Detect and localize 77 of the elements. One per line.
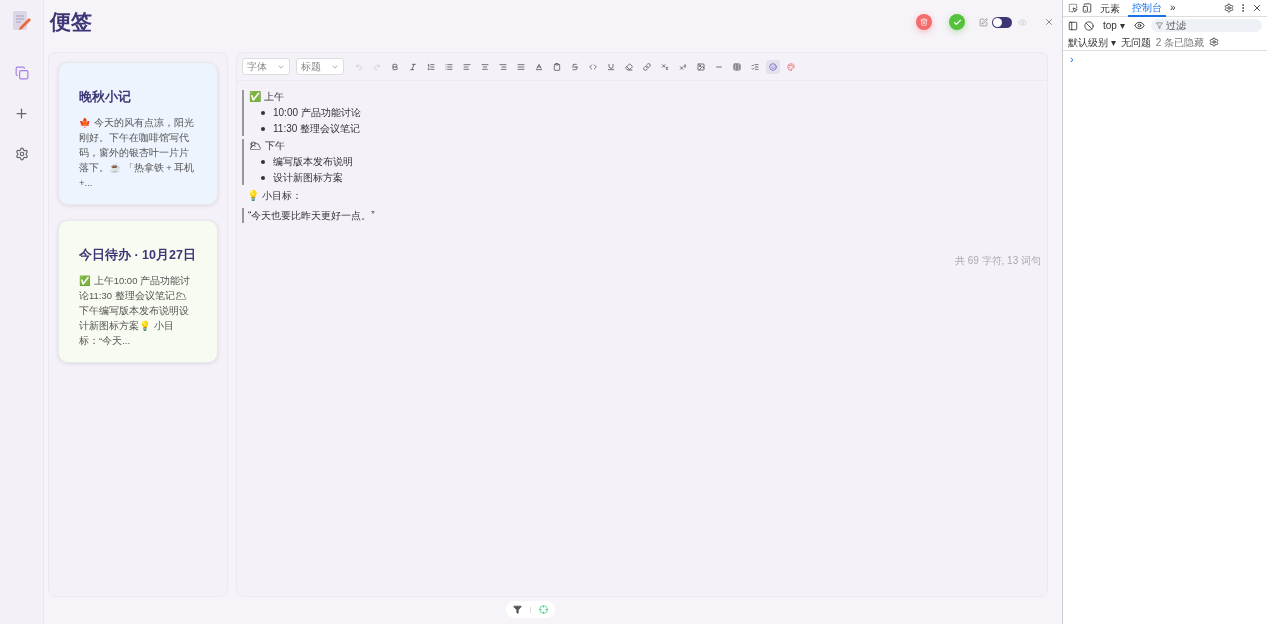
edit-icon[interactable] [979,17,988,27]
link-icon [643,62,651,71]
log-level-select[interactable]: 默认级别 ▾ [1068,34,1116,50]
note-title: 晚秋小记 [79,89,132,106]
bullet-icon [261,160,265,164]
filter-field[interactable]: 过滤 [1150,19,1262,32]
note-preview: 🍁 今天的风有点凉，阳光刚好。下午在咖啡馆写代码，窗外的银杏叶一片片落下。☕ 「热拿铁 + 耳机 +... [79,115,196,190]
list-item: 10:00 产品功能讨论 [273,106,361,120]
heading-select[interactable]: 标题 [296,58,344,75]
funnel-icon[interactable] [513,605,522,614]
hidden-count: 2 条已隐藏 [1155,35,1205,50]
edit-toggle[interactable] [992,16,1012,28]
bullet-icon [261,127,265,131]
note-preview: ✅ 上午10:00 产品功能讨论11:30 整理会议笔记🌥 下午编写版本发布说明设计新图标方案💡 小目标：“今天... [79,273,192,348]
app-title: 便签 [50,9,92,36]
emoji-icon [769,62,777,71]
word-count: 共 69 字符, 13 词句 [954,254,1041,268]
task-list-icon [751,62,759,71]
console-prompt: › [1070,53,1074,65]
sidebar-toggle-icon[interactable] [1068,20,1078,31]
align-center-icon [481,62,489,71]
toolbar-emoji-button[interactable] [766,59,780,74]
list-item: 11:30 整理会议笔记 [273,122,361,136]
bullet-icon [261,176,265,180]
align-justify-icon [517,62,525,71]
more-tabs: » [1170,3,1176,13]
text-color-icon [535,62,543,71]
ordered-list-icon [427,62,435,71]
inspect-icon[interactable] [1068,3,1078,13]
note-card[interactable]: 晚秋小记 🍁 今天的风有点凉，阳光刚好。下午在咖啡馆写代码，窗外的银杏叶一片片落下。☕ 「热拿铁 + 耳机 +... [58,62,218,205]
list-item: 编写版本发布说明 [273,155,353,169]
delete-button[interactable] [916,14,932,30]
align-left-icon [463,62,471,71]
notepad-pencil-icon [11,10,32,32]
align-right-icon [499,62,507,71]
font-select[interactable]: 字体 [242,58,290,75]
italic-icon [409,62,417,71]
filter-icon [1155,22,1163,29]
section-heading: 🌥 下午 [249,139,286,153]
table-icon [733,62,741,71]
context-select[interactable]: top ▾ [1100,18,1128,33]
confirm-button[interactable] [949,14,965,30]
redo-icon [373,62,381,71]
settings-icon[interactable] [14,147,29,161]
clear-icon[interactable] [1084,20,1094,31]
trash-icon [920,18,928,26]
bullet-list-icon [445,62,453,71]
clipboard-icon [553,62,561,71]
subscript-icon [661,62,669,71]
bold-icon [391,62,399,71]
settings-icon[interactable] [1209,37,1220,47]
add-icon[interactable] [14,106,29,121]
close-icon[interactable] [1252,3,1262,13]
devtools-tab[interactable]: 控制台 [1128,0,1166,17]
note-card[interactable]: 今日待办 · 10月27日 ✅ 上午10:00 产品功能讨论11:30 整理会议笔记🌥 下午编写版本发布说明设计新图标方案💡 小目标：“今天... [58,219,218,363]
palette-icon [787,62,795,71]
underline-icon [607,62,615,71]
device-icon[interactable] [1082,3,1092,13]
issues-count: 无问题 [1120,35,1151,50]
crosshair-icon[interactable] [539,605,548,614]
notes-icon[interactable] [14,66,29,80]
list-item: 设计新图标方案 [273,171,343,185]
devtools-tab[interactable]: 元素 [1096,0,1124,17]
eraser-icon [625,62,633,71]
section-heading: ✅ 上午 [249,90,285,104]
eye-icon[interactable] [1133,20,1145,31]
bullet-icon [261,111,265,115]
note-title: 今日待办 · 10月27日 [79,246,197,264]
settings-icon[interactable] [1224,3,1234,13]
quote: “今天也要比昨天更好一点。” [248,210,375,221]
check-icon [952,17,962,27]
code-icon [589,62,597,71]
strikethrough-icon [571,62,579,71]
superscript-icon [679,62,687,71]
image-icon [697,62,705,71]
paragraph: 💡 小目标： [247,190,302,201]
undo-icon [355,62,363,71]
